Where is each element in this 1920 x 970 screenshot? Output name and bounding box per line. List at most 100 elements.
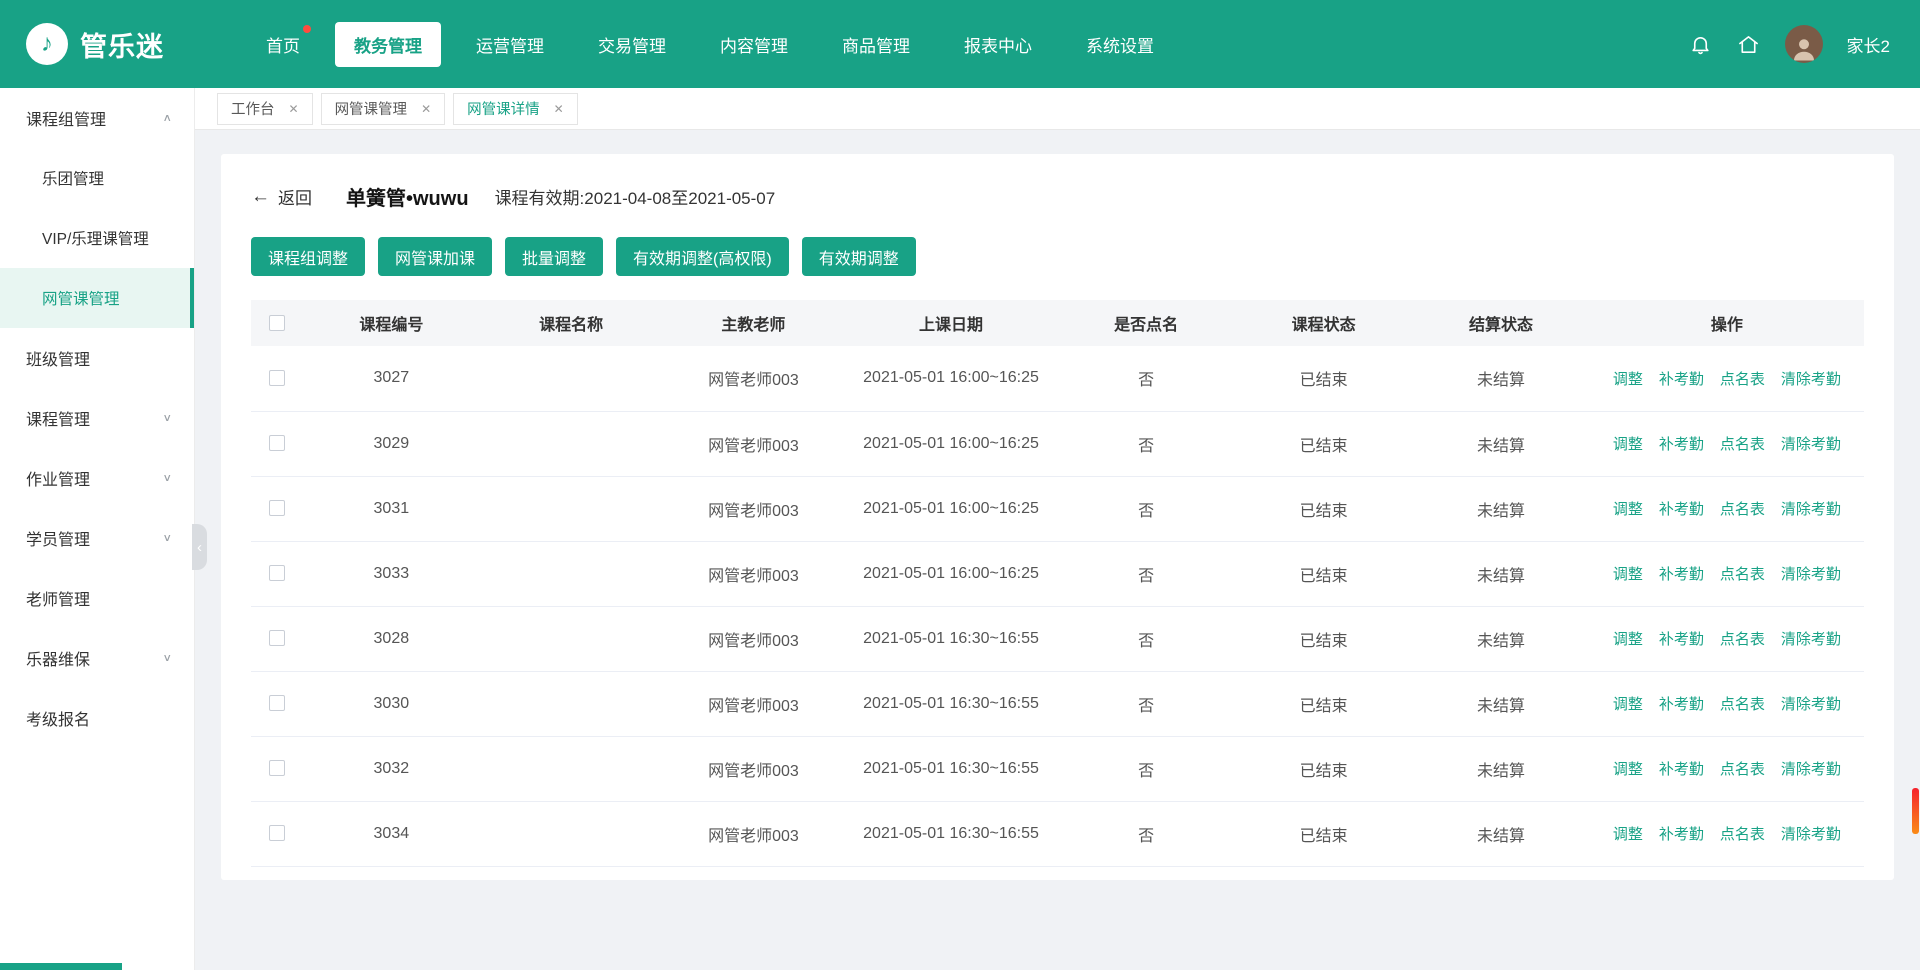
action-link[interactable]: 点名表 <box>1720 566 1765 583</box>
action-link[interactable]: 调整 <box>1613 631 1643 648</box>
action-button[interactable]: 有效期调整 <box>802 237 916 276</box>
action-link[interactable]: 点名表 <box>1720 436 1765 453</box>
action-link[interactable]: 补考勤 <box>1659 371 1704 388</box>
sidebar-collapse-icon[interactable]: ‹ <box>192 524 207 570</box>
close-icon[interactable]: ✕ <box>421 102 431 116</box>
sidebar-item-label: 考级报名 <box>26 706 90 730</box>
course-id-cell: 3032 <box>303 736 480 801</box>
tab-item[interactable]: 网管课管理✕ <box>321 93 446 125</box>
action-link[interactable]: 补考勤 <box>1659 761 1704 778</box>
page-scrollbar-thumb[interactable] <box>1912 788 1919 834</box>
action-link[interactable]: 清除考勤 <box>1781 696 1841 713</box>
action-link[interactable]: 调整 <box>1613 436 1643 453</box>
action-link[interactable]: 清除考勤 <box>1781 761 1841 778</box>
action-button[interactable]: 网管课加课 <box>378 237 492 276</box>
bell-icon[interactable] <box>1689 32 1713 56</box>
action-link[interactable]: 点名表 <box>1720 501 1765 518</box>
sidebar-item[interactable]: 课程管理∨ <box>0 388 194 448</box>
settlement-cell: 未结算 <box>1412 541 1589 606</box>
row-checkbox[interactable] <box>269 630 285 646</box>
table-row: 3030网管老师0032021-05-01 16:30~16:55否已结束未结算… <box>251 671 1864 736</box>
sidebar-item[interactable]: 班级管理 <box>0 328 194 388</box>
page-title: 单簧管•wuwu <box>346 182 469 211</box>
action-link[interactable]: 补考勤 <box>1659 501 1704 518</box>
top-nav-item[interactable]: 系统设置 <box>1067 22 1173 67</box>
row-checkbox[interactable] <box>269 435 285 451</box>
action-link[interactable]: 补考勤 <box>1659 826 1704 843</box>
top-nav-item[interactable]: 运营管理 <box>457 22 563 67</box>
sidebar-item[interactable]: 老师管理 <box>0 568 194 628</box>
row-checkbox[interactable] <box>269 760 285 776</box>
sidebar-item-label: 老师管理 <box>26 586 90 610</box>
back-label: 返回 <box>278 184 312 209</box>
action-link[interactable]: 清除考勤 <box>1781 566 1841 583</box>
settlement-cell: 未结算 <box>1412 346 1589 411</box>
top-nav-item[interactable]: 报表中心 <box>945 22 1051 67</box>
course-status-cell: 已结束 <box>1235 736 1412 801</box>
select-all-checkbox[interactable] <box>269 315 285 331</box>
action-link[interactable]: 点名表 <box>1720 371 1765 388</box>
layout: 课程组管理∧乐团管理VIP/乐理课管理网管课管理班级管理课程管理∨作业管理∨学员… <box>0 88 1920 970</box>
action-link[interactable]: 点名表 <box>1720 761 1765 778</box>
avatar[interactable] <box>1785 25 1823 63</box>
action-link[interactable]: 补考勤 <box>1659 566 1704 583</box>
row-checkbox[interactable] <box>269 500 285 516</box>
action-link[interactable]: 清除考勤 <box>1781 436 1841 453</box>
action-link[interactable]: 调整 <box>1613 501 1643 518</box>
row-checkbox[interactable] <box>269 370 285 386</box>
chevron-down-icon: ∨ <box>162 412 172 425</box>
sidebar-item[interactable]: 乐团管理 <box>0 148 194 208</box>
action-link[interactable]: 调整 <box>1613 696 1643 713</box>
close-icon[interactable]: ✕ <box>289 102 299 116</box>
top-nav-item[interactable]: 首页 <box>247 22 319 67</box>
top-nav-item[interactable]: 教务管理 <box>335 22 441 67</box>
action-link[interactable]: 清除考勤 <box>1781 501 1841 518</box>
sidebar-item[interactable]: 课程组管理∧ <box>0 88 194 148</box>
top-nav-item[interactable]: 商品管理 <box>823 22 929 67</box>
top-nav-item[interactable]: 交易管理 <box>579 22 685 67</box>
tab-item[interactable]: 网管课详情✕ <box>453 93 578 125</box>
top-nav-label: 商品管理 <box>842 37 910 56</box>
action-link[interactable]: 补考勤 <box>1659 696 1704 713</box>
sidebar-item[interactable]: 网管课管理 <box>0 268 194 328</box>
action-button[interactable]: 课程组调整 <box>251 237 365 276</box>
sidebar-item[interactable]: VIP/乐理课管理 <box>0 208 194 268</box>
sidebar-item[interactable]: 乐器维保∨ <box>0 628 194 688</box>
home-icon[interactable] <box>1737 32 1761 56</box>
action-link[interactable]: 清除考勤 <box>1781 826 1841 843</box>
row-checkbox[interactable] <box>269 825 285 841</box>
action-button[interactable]: 批量调整 <box>505 237 603 276</box>
action-link[interactable]: 调整 <box>1613 371 1643 388</box>
action-button[interactable]: 有效期调整(高权限) <box>616 237 789 276</box>
action-link[interactable]: 清除考勤 <box>1781 371 1841 388</box>
action-link[interactable]: 调整 <box>1613 826 1643 843</box>
row-checkbox[interactable] <box>269 565 285 581</box>
tab-bar: 工作台✕网管课管理✕网管课详情✕ <box>195 88 1920 130</box>
action-link[interactable]: 清除考勤 <box>1781 631 1841 648</box>
course-name-cell <box>480 411 662 476</box>
table-row: 3028网管老师0032021-05-01 16:30~16:55否已结束未结算… <box>251 606 1864 671</box>
action-link[interactable]: 调整 <box>1613 566 1643 583</box>
teacher-cell: 网管老师003 <box>662 736 844 801</box>
side-menu: 课程组管理∧乐团管理VIP/乐理课管理网管课管理班级管理课程管理∨作业管理∨学员… <box>0 88 194 748</box>
col-header-actions: 操作 <box>1590 300 1864 346</box>
action-link[interactable]: 点名表 <box>1720 631 1765 648</box>
sidebar-item[interactable]: 考级报名 <box>0 688 194 748</box>
close-icon[interactable]: ✕ <box>554 102 564 116</box>
action-link[interactable]: 点名表 <box>1720 826 1765 843</box>
chevron-down-icon: ∨ <box>162 652 172 665</box>
username[interactable]: 家长2 <box>1847 32 1890 57</box>
back-button[interactable]: ← 返回 <box>251 184 312 209</box>
action-link[interactable]: 补考勤 <box>1659 436 1704 453</box>
tab-item[interactable]: 工作台✕ <box>217 93 313 125</box>
top-nav-item[interactable]: 内容管理 <box>701 22 807 67</box>
action-link[interactable]: 补考勤 <box>1659 631 1704 648</box>
row-checkbox[interactable] <box>269 695 285 711</box>
sidebar-item[interactable]: 学员管理∨ <box>0 508 194 568</box>
sidebar-item[interactable]: 作业管理∨ <box>0 448 194 508</box>
course-status-cell: 已结束 <box>1235 801 1412 866</box>
class-date-cell: 2021-05-01 16:30~16:55 <box>845 736 1058 801</box>
row-actions-cell: 调整补考勤点名表清除考勤 <box>1590 411 1864 476</box>
action-link[interactable]: 调整 <box>1613 761 1643 778</box>
action-link[interactable]: 点名表 <box>1720 696 1765 713</box>
